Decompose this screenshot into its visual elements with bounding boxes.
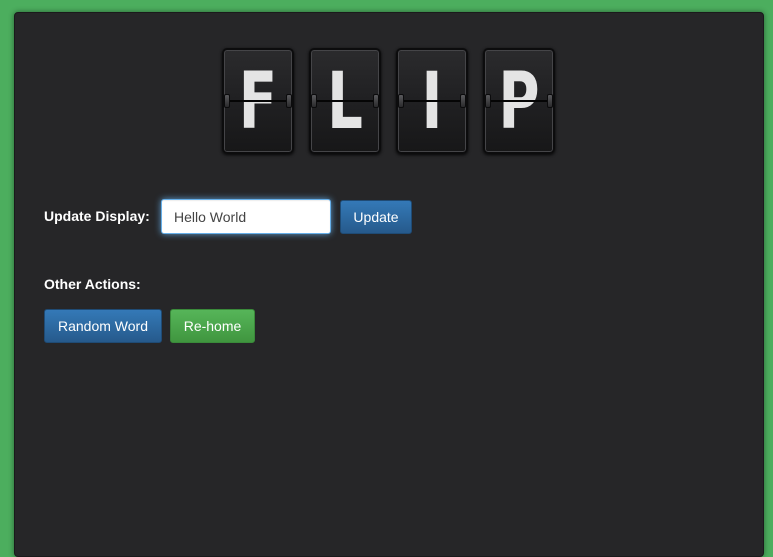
hinge-left [398, 94, 404, 108]
flip-tile: F [222, 48, 294, 154]
other-actions-label: Other Actions: [44, 276, 141, 292]
tile-split-line [311, 100, 379, 102]
flip-tile-char: P [498, 57, 540, 147]
flip-tile-char: L [327, 57, 363, 147]
hinge-right [373, 94, 379, 108]
hinge-right [286, 94, 292, 108]
flip-tile-char: F [238, 57, 278, 147]
flip-tile: P [483, 48, 555, 154]
hinge-left [311, 94, 317, 108]
update-display-label: Update Display: [44, 208, 150, 224]
update-display-input[interactable] [161, 199, 331, 234]
tile-split-line [224, 100, 292, 102]
tile-split-line [398, 100, 466, 102]
rehome-button[interactable]: Re-home [170, 309, 255, 343]
hinge-right [460, 94, 466, 108]
update-button[interactable]: Update [340, 200, 412, 234]
hinge-right [547, 94, 553, 108]
flip-display: F L I P [222, 48, 556, 156]
tile-split-line [485, 100, 553, 102]
flip-tile: L [309, 48, 381, 154]
flip-tile-char: I [421, 57, 443, 147]
flip-tile: I [396, 48, 468, 154]
random-word-button[interactable]: Random Word [44, 309, 162, 343]
hinge-left [224, 94, 230, 108]
hinge-left [485, 94, 491, 108]
